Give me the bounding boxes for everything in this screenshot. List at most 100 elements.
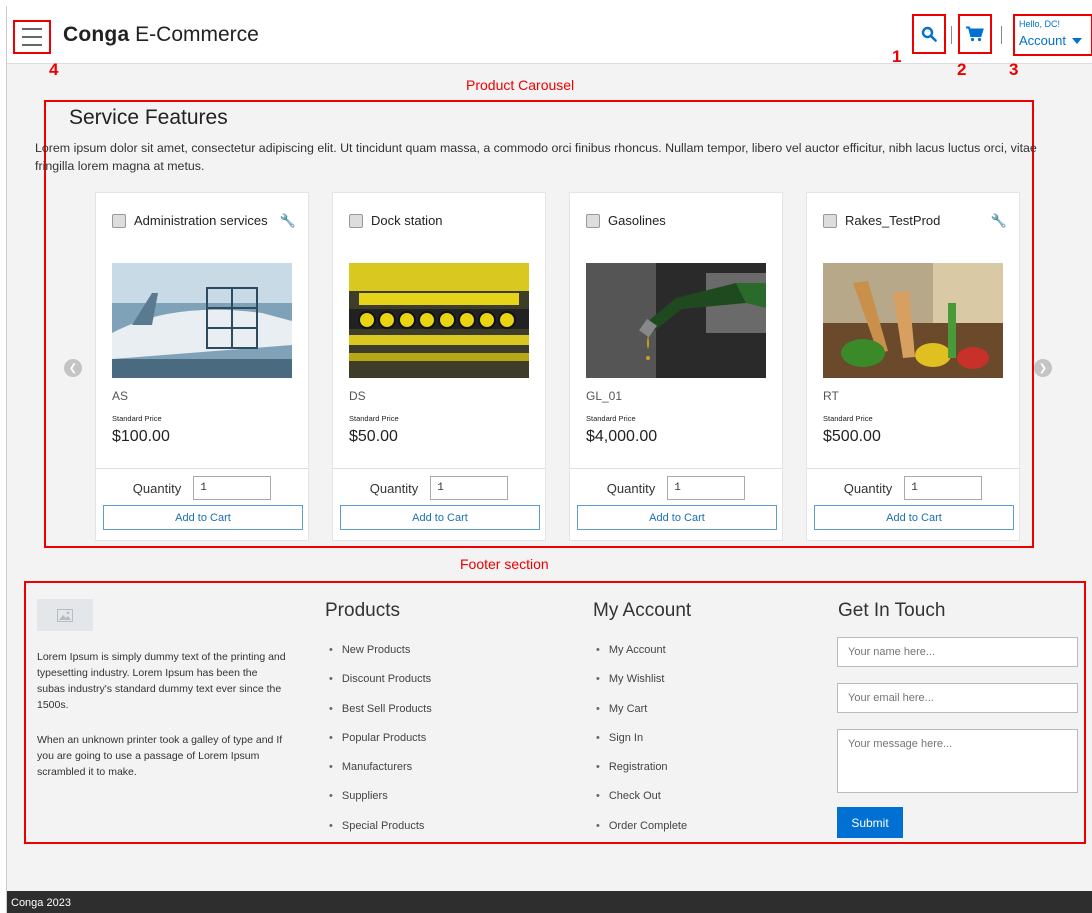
search-icon [921,26,937,42]
section-title: Service Features [69,106,228,129]
account-menu[interactable]: Hello, DC! Account [1013,14,1092,56]
menu-line-icon [22,44,42,46]
footer-link[interactable]: Suppliers [329,790,432,819]
footer-link[interactable]: Special Products [329,820,432,849]
product-image [823,263,1003,378]
product-checkbox[interactable] [112,213,126,228]
footer-link[interactable]: My Account [596,644,687,673]
account-label: Account [1019,33,1066,48]
wrench-icon[interactable]: 🔧 [280,213,296,229]
footer-account-list: My Account My Wishlist My Cart Sign In R… [596,644,687,849]
image-placeholder-icon [57,608,73,622]
hamburger-menu-button[interactable] [13,20,51,54]
quantity-input[interactable] [430,476,509,500]
product-code: DS [349,389,366,403]
annotation-number: 4 [49,60,59,79]
product-code: GL_01 [586,389,623,403]
chevron-left-icon: ❮ [68,362,78,374]
add-to-cart-button[interactable]: Add to Cart [814,505,1014,530]
quantity-label: Quantity [369,480,419,496]
footer-about-text: When an unknown printer took a galley of… [37,734,283,778]
quantity-input[interactable] [193,476,272,500]
price-label: Standard Price [349,414,399,423]
cart-icon [966,26,984,42]
logo-placeholder-image [37,599,93,631]
carousel-next-button[interactable]: ❯ [1034,359,1052,377]
product-card: Rakes_TestProd 🔧 RT Standard Price $500.… [806,192,1020,541]
footer-products-list: New Products Discount Products Best Sell… [329,644,432,849]
header-separator [951,26,952,44]
brand-name: Conga [63,23,130,46]
message-textarea[interactable] [837,729,1078,793]
footer-annotation: Footer section [460,556,549,572]
product-price: $100.00 [112,428,170,445]
product-name[interactable]: Gasolines [608,213,666,228]
search-button[interactable] [912,14,946,54]
name-input[interactable] [837,637,1078,667]
email-input[interactable] [837,683,1078,713]
card-divider [333,468,545,469]
product-card: Gasolines GL_01 Standard Price $4,000.00… [569,192,783,541]
card-divider [807,468,1019,469]
footer-link[interactable]: My Wishlist [596,673,687,702]
footer-link[interactable]: New Products [329,644,432,673]
footer-link[interactable]: Popular Products [329,732,432,761]
submit-button[interactable]: Submit [837,807,903,838]
copyright-text: Conga 2023 [11,897,71,909]
add-to-cart-button[interactable]: Add to Cart [103,505,303,530]
add-to-cart-button[interactable]: Add to Cart [577,505,777,530]
annotation-number: 1 [892,47,902,66]
product-code: AS [112,389,129,403]
account-dropdown[interactable]: Account [1019,33,1087,48]
quantity-label: Quantity [132,480,182,496]
footer-link[interactable]: My Cart [596,703,687,732]
footer-heading-account: My Account [593,600,692,621]
footer-heading-contact: Get In Touch [838,600,946,621]
page-frame: Conga E-Commerce Hello, DC! Account 1 2 … [6,6,1092,913]
product-name[interactable]: Rakes_TestProd [845,213,940,228]
cart-button[interactable] [958,14,992,54]
price-label: Standard Price [586,414,636,423]
price-label: Standard Price [112,414,162,423]
quantity-input[interactable] [667,476,746,500]
menu-line-icon [22,36,42,38]
footer-link[interactable]: Order Complete [596,820,687,849]
footer-link[interactable]: Registration [596,761,687,790]
add-to-cart-button[interactable]: Add to Cart [340,505,540,530]
product-card: Administration services 🔧 AS Standard Pr… [95,192,309,541]
carousel-prev-button[interactable]: ❮ [64,359,82,377]
section-description: Lorem ipsum dolor sit amet, consectetur … [35,141,1037,173]
annotation-number: 3 [1009,60,1019,79]
footer-link[interactable]: Discount Products [329,673,432,702]
card-divider [96,468,308,469]
quantity-label: Quantity [843,480,893,496]
annotation-number: 2 [957,60,967,79]
product-image [349,263,529,378]
quantity-input[interactable] [904,476,983,500]
brand-logo[interactable]: Conga E-Commerce [63,23,259,47]
product-name[interactable]: Dock station [371,213,443,228]
quantity-label: Quantity [606,480,656,496]
header-separator [1001,26,1002,44]
product-price: $4,000.00 [586,428,658,445]
account-greeting: Hello, DC! [1019,19,1061,29]
product-name[interactable]: Administration services [134,213,268,228]
top-header: Conga E-Commerce Hello, DC! Account [7,6,1092,64]
footer-link[interactable]: Best Sell Products [329,703,432,732]
brand-suffix: E-Commerce [135,23,259,46]
product-checkbox[interactable] [349,213,363,228]
footer-link[interactable]: Check Out [596,790,687,819]
footer-link[interactable]: Sign In [596,732,687,761]
carousel-annotation: Product Carousel [466,77,575,93]
card-divider [570,468,782,469]
product-checkbox[interactable] [586,213,600,228]
product-image [586,263,766,378]
wrench-icon[interactable]: 🔧 [991,213,1007,229]
footer-link[interactable]: Manufacturers [329,761,432,790]
product-checkbox[interactable] [823,213,837,228]
product-image [112,263,292,378]
price-label: Standard Price [823,414,873,423]
product-price: $50.00 [349,428,398,445]
footer-about-text: Lorem Ipsum is simply dummy text of the … [37,651,286,711]
caret-down-icon [1071,37,1082,44]
